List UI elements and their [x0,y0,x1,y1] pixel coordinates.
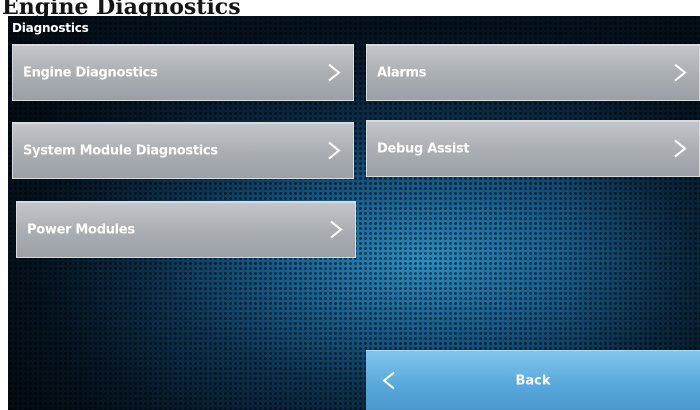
system-module-diagnostics-button[interactable]: System Module Diagnostics [12,122,354,179]
engine-diagnostics-label: Engine Diagnostics [23,65,158,80]
alarms-label: Alarms [377,65,427,80]
chevron-right-icon [330,220,343,238]
display-screen: Diagnostics Engine Diagnostics Alarms Sy… [8,16,700,410]
system-module-diagnostics-label: System Module Diagnostics [23,143,218,158]
power-modules-label: Power Modules [27,222,135,237]
chevron-right-icon [328,63,341,81]
engine-diagnostics-button[interactable]: Engine Diagnostics [12,44,354,101]
back-label: Back [515,373,551,388]
photo-frame: Engine Diagnostics Diagnostics Engine Di… [0,0,700,410]
chevron-right-icon [674,139,687,157]
chevron-right-icon [674,63,687,81]
back-button[interactable]: Back [366,350,700,410]
debug-assist-button[interactable]: Debug Assist [366,120,700,177]
debug-assist-label: Debug Assist [377,141,470,156]
power-modules-button[interactable]: Power Modules [16,201,356,258]
chevron-right-icon [328,141,341,159]
alarms-button[interactable]: Alarms [366,44,700,101]
screen-title: Diagnostics [12,21,89,35]
